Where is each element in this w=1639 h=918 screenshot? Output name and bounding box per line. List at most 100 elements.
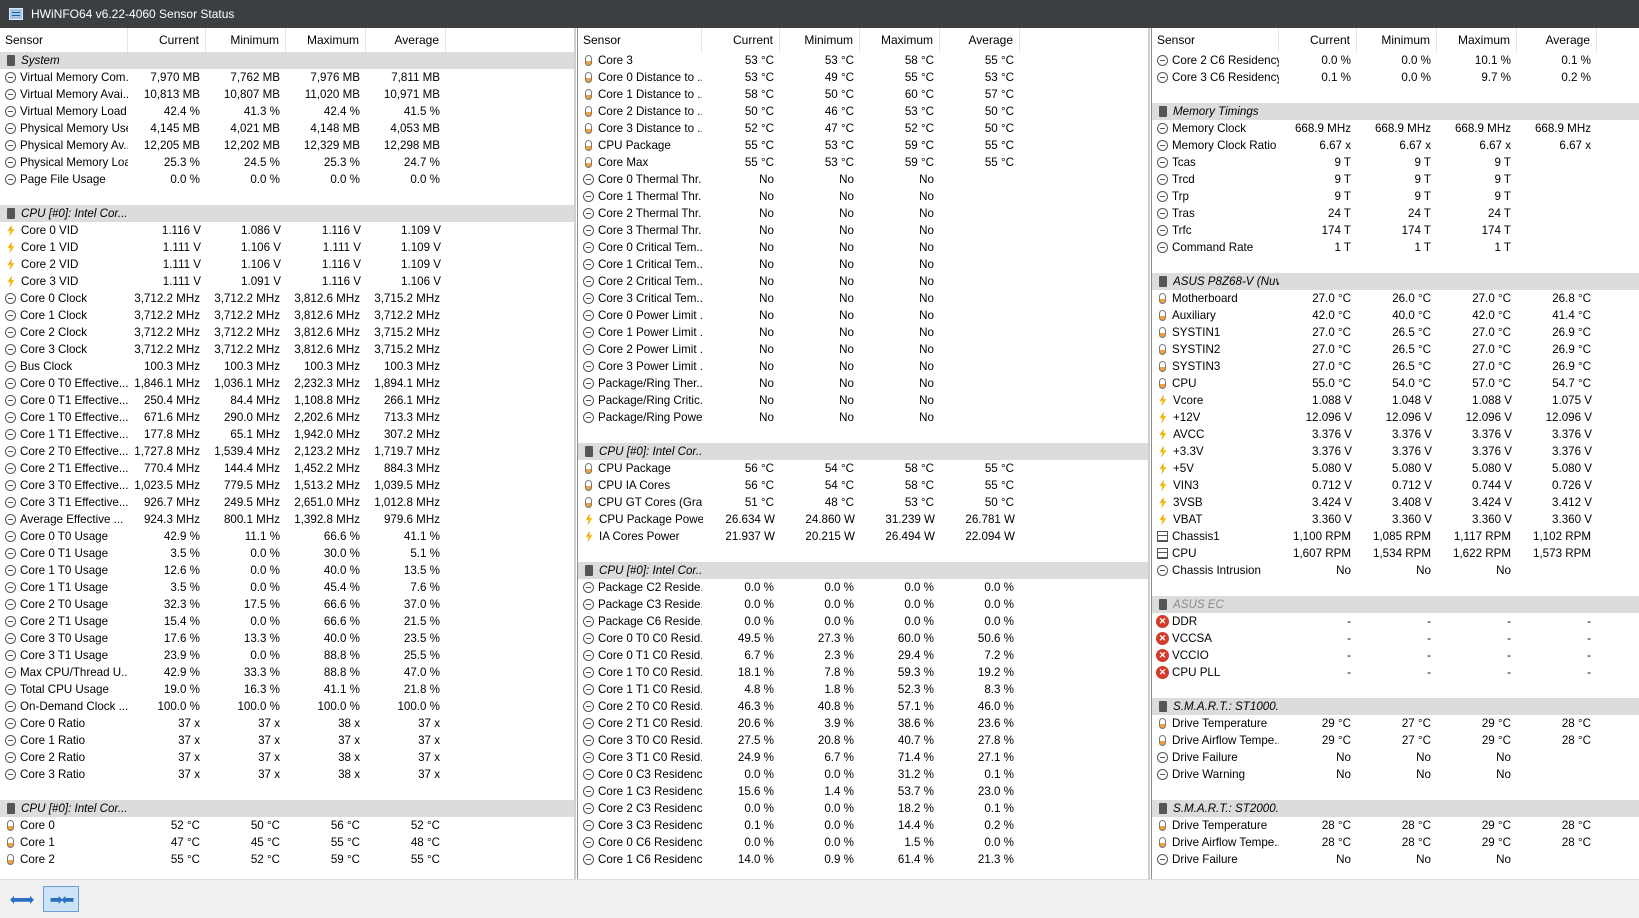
column-header-sensor[interactable]: Sensor xyxy=(0,28,128,52)
sensor-panel-1[interactable]: Sensor Current Minimum Maximum Average System… xyxy=(0,28,574,879)
sensor-row[interactable]: Package C2 Reside... 0.0 % 0.0 % 0.0 % 0.0 % xyxy=(578,579,1148,596)
sensor-row[interactable]: Core 2 Ratio 37 x 37 x 38 x 37 x xyxy=(0,749,574,766)
sensor-row[interactable]: Core 2 Clock 3,712.2 MHz 3,712.2 MHz 3,812.… xyxy=(0,324,574,341)
sensor-row[interactable]: Total CPU Usage 19.0 % 16.3 % 41.1 % 21.8 % xyxy=(0,681,574,698)
sensor-row[interactable]: Core 1 T0 C0 Resid... 18.1 % 7.8 % 59.3 % 19… xyxy=(578,664,1148,681)
sensor-row[interactable]: Core 3 T1 Effective... 926.7 MHz 249.5 MHz… xyxy=(0,494,574,511)
sensor-group-header[interactable]: CPU [#0]: Intel Cor... xyxy=(578,443,1148,460)
sensor-row[interactable]: Core 3 VID 1.111 V 1.091 V 1.116 V 1.106 V xyxy=(0,273,574,290)
sensor-row[interactable]: Max CPU/Thread U... 42.9 % 33.3 % 88.8 % 47.… xyxy=(0,664,574,681)
sensor-row[interactable]: Core 1 Power Limit ... No No No xyxy=(578,324,1148,341)
column-header-average[interactable]: Average xyxy=(366,28,446,52)
sensor-row[interactable]: Memory Clock 668.9 MHz 668.9 MHz 668.9 MHz 6… xyxy=(1152,120,1639,137)
sensor-row[interactable]: Chassis Intrusion No No No xyxy=(1152,562,1639,579)
sensor-group-header[interactable]: System xyxy=(0,52,574,69)
sensor-row[interactable]: Drive Failure No No No xyxy=(1152,749,1639,766)
sensor-row[interactable]: Core 3 T1 C0 Resid... 24.9 % 6.7 % 71.4 % 27… xyxy=(578,749,1148,766)
sensor-row[interactable]: Core 1 C3 Residency 15.6 % 1.4 % 53.7 % 23.0… xyxy=(578,783,1148,800)
sensor-row[interactable]: Vcore 1.088 V 1.048 V 1.088 V 1.075 V xyxy=(1152,392,1639,409)
sensor-row[interactable]: Bus Clock 100.3 MHz 100.3 MHz 100.3 MHz 100.… xyxy=(0,358,574,375)
sensor-row[interactable]: Core 1 T1 Effective... 177.8 MHz 65.1 MHz 1… xyxy=(0,426,574,443)
sensor-row[interactable]: Trfc 174 T 174 T 174 T xyxy=(1152,222,1639,239)
arrows-left-right-icon[interactable]: ⬅➡ xyxy=(3,886,39,912)
sensor-row[interactable]: Package C3 Reside... 0.0 % 0.0 % 0.0 % 0.0 % xyxy=(578,596,1148,613)
column-header-maximum[interactable]: Maximum xyxy=(286,28,366,52)
sensor-panel-2[interactable]: Sensor Current Minimum Maximum Average Core 3… xyxy=(577,28,1148,879)
sensor-row[interactable]: Core 0 VID 1.116 V 1.086 V 1.116 V 1.109 V xyxy=(0,222,574,239)
sensor-row[interactable]: Core 1 Critical Tem... No No No xyxy=(578,256,1148,273)
sensor-row[interactable]: Core 0 T0 Usage 42.9 % 11.1 % 66.6 % 41.1 % xyxy=(0,528,574,545)
sensor-row[interactable]: Core 0 Thermal Thr... No No No xyxy=(578,171,1148,188)
sensor-row[interactable]: CPU Package 56 °C 54 °C 58 °C 55 °C xyxy=(578,460,1148,477)
sensor-row[interactable]: Virtual Memory Load 42.4 % 41.3 % 42.4 % 41.… xyxy=(0,103,574,120)
sensor-group-header[interactable]: CPU [#0]: Intel Cor... xyxy=(578,562,1148,579)
sensor-row[interactable]: CPU 1,607 RPM 1,534 RPM 1,622 RPM 1,573 RPM xyxy=(1152,545,1639,562)
sensor-row[interactable]: Core 0 T0 C0 Resid... 49.5 % 27.3 % 60.0 % 5… xyxy=(578,630,1148,647)
sensor-row[interactable]: Drive Airflow Tempe... 28 °C 28 °C 29 °C 28 … xyxy=(1152,834,1639,851)
sensor-row[interactable]: CPU PLL - - - - xyxy=(1152,664,1639,681)
sensor-row[interactable]: Tcas 9 T 9 T 9 T xyxy=(1152,154,1639,171)
column-header-maximum[interactable]: Maximum xyxy=(1437,28,1517,52)
sensor-row[interactable]: CPU IA Cores 56 °C 54 °C 58 °C 55 °C xyxy=(578,477,1148,494)
sensor-group-header[interactable]: CPU [#0]: Intel Cor... xyxy=(0,800,574,817)
sensor-row[interactable]: CPU Package Power 26.634 W 24.860 W 31.239 … xyxy=(578,511,1148,528)
sensor-row[interactable]: Core Max 55 °C 53 °C 59 °C 55 °C xyxy=(578,154,1148,171)
sensor-row[interactable]: Drive Temperature 28 °C 28 °C 29 °C 28 °C xyxy=(1152,817,1639,834)
sensor-row[interactable]: VCCIO - - - - xyxy=(1152,647,1639,664)
sensor-row[interactable]: Auxiliary 42.0 °C 40.0 °C 42.0 °C 41.4 °C xyxy=(1152,307,1639,324)
sensor-row[interactable]: Core 2 55 °C 52 °C 59 °C 55 °C xyxy=(0,851,574,868)
sensor-row[interactable]: VCCSA - - - - xyxy=(1152,630,1639,647)
sensor-row[interactable]: Drive Airflow Tempe... 29 °C 27 °C 29 °C 28 … xyxy=(1152,732,1639,749)
sensor-row[interactable]: Page File Usage 0.0 % 0.0 % 0.0 % 0.0 % xyxy=(0,171,574,188)
sensor-group-header[interactable]: Memory Timings xyxy=(1152,103,1639,120)
sensor-group-header[interactable]: CPU [#0]: Intel Cor... xyxy=(0,205,574,222)
sensor-row[interactable]: Core 2 Thermal Thr... No No No xyxy=(578,205,1148,222)
sensor-row[interactable]: Core 2 T0 Usage 32.3 % 17.5 % 66.6 % 37.0 % xyxy=(0,596,574,613)
sensor-row[interactable]: VIN3 0.712 V 0.712 V 0.744 V 0.726 V xyxy=(1152,477,1639,494)
sensor-row[interactable]: +3.3V 3.376 V 3.376 V 3.376 V 3.376 V xyxy=(1152,443,1639,460)
sensor-row[interactable]: AVCC 3.376 V 3.376 V 3.376 V 3.376 V xyxy=(1152,426,1639,443)
sensor-row[interactable]: Core 1 T0 Effective... 671.6 MHz 290.0 MHz… xyxy=(0,409,574,426)
sensor-row[interactable]: Core 2 Power Limit ... No No No xyxy=(578,341,1148,358)
column-header-current[interactable]: Current xyxy=(702,28,780,52)
sensor-row[interactable]: Core 3 T0 Effective... 1,023.5 MHz 779.5 M… xyxy=(0,477,574,494)
sensor-row[interactable]: Core 0 Clock 3,712.2 MHz 3,712.2 MHz 3,812.… xyxy=(0,290,574,307)
sensor-row[interactable]: Core 1 Distance to ... 58 °C 50 °C 60 °C 57 … xyxy=(578,86,1148,103)
sensor-row[interactable]: Drive Failure No No No xyxy=(1152,851,1639,868)
sensor-row[interactable]: Core 2 VID 1.111 V 1.106 V 1.116 V 1.109 V xyxy=(0,256,574,273)
sensor-row[interactable]: Core 0 C3 Residency 0.0 % 0.0 % 31.2 % 0.1 % xyxy=(578,766,1148,783)
sensor-row[interactable]: Core 2 Critical Tem... No No No xyxy=(578,273,1148,290)
sensor-row[interactable]: Package/Ring Ther... No No No xyxy=(578,375,1148,392)
sensor-row[interactable]: Drive Warning No No No xyxy=(1152,766,1639,783)
sensor-row[interactable]: Package C6 Reside... 0.0 % 0.0 % 0.0 % 0.0 % xyxy=(578,613,1148,630)
sensor-row[interactable]: Core 0 Distance to ... 53 °C 49 °C 55 °C 53 … xyxy=(578,69,1148,86)
sensor-row[interactable]: CPU Package 55 °C 53 °C 59 °C 55 °C xyxy=(578,137,1148,154)
sensor-row[interactable]: Core 1 Ratio 37 x 37 x 37 x 37 x xyxy=(0,732,574,749)
sensor-row[interactable]: Package/Ring Critic... No No No xyxy=(578,392,1148,409)
sensor-row[interactable]: Command Rate 1 T 1 T 1 T xyxy=(1152,239,1639,256)
sensor-row[interactable]: Core 2 T1 Usage 15.4 % 0.0 % 66.6 % 21.5 % xyxy=(0,613,574,630)
sensor-row[interactable]: Core 0 52 °C 50 °C 56 °C 52 °C xyxy=(0,817,574,834)
sensor-row[interactable]: IA Cores Power 21.937 W 20.215 W 26.494 W 22… xyxy=(578,528,1148,545)
column-header-current[interactable]: Current xyxy=(128,28,206,52)
sensor-row[interactable]: Core 3 Power Limit ... No No No xyxy=(578,358,1148,375)
sensor-row[interactable]: Core 3 T1 Usage 23.9 % 0.0 % 88.8 % 25.5 % xyxy=(0,647,574,664)
sensor-row[interactable]: Motherboard 27.0 °C 26.0 °C 27.0 °C 26.8 °C xyxy=(1152,290,1639,307)
sensor-row[interactable]: On-Demand Clock ... 100.0 % 100.0 % 100.0 %… xyxy=(0,698,574,715)
sensor-row[interactable]: SYSTIN2 27.0 °C 26.5 °C 27.0 °C 26.9 °C xyxy=(1152,341,1639,358)
sensor-row[interactable]: Core 3 C3 Residency 0.1 % 0.0 % 14.4 % 0.2 % xyxy=(578,817,1148,834)
sensor-row[interactable]: Core 3 53 °C 53 °C 58 °C 55 °C xyxy=(578,52,1148,69)
sensor-row[interactable]: Core 3 Thermal Thr... No No No xyxy=(578,222,1148,239)
sensor-row[interactable]: Core 2 T0 C0 Resid... 46.3 % 40.8 % 57.1 % 4… xyxy=(578,698,1148,715)
sensor-row[interactable]: Core 0 T1 Effective... 250.4 MHz 84.4 MHz 1… xyxy=(0,392,574,409)
sensor-group-header[interactable]: S.M.A.R.T.: ST1000... xyxy=(1152,698,1639,715)
sensor-row[interactable]: Core 0 C6 Residency 0.0 % 0.0 % 1.5 % 0.0 % xyxy=(578,834,1148,851)
sensor-row[interactable]: Tras 24 T 24 T 24 T xyxy=(1152,205,1639,222)
sensor-group-header[interactable]: S.M.A.R.T.: ST2000... xyxy=(1152,800,1639,817)
sensor-row[interactable]: Drive Temperature 29 °C 27 °C 29 °C 28 °C xyxy=(1152,715,1639,732)
sensor-row[interactable]: 3VSB 3.424 V 3.408 V 3.424 V 3.412 V xyxy=(1152,494,1639,511)
sensor-row[interactable]: CPU GT Cores (Gra... 51 °C 48 °C 53 °C 50 °C xyxy=(578,494,1148,511)
sensor-row[interactable]: Virtual Memory Avai... 10,813 MB 10,807 MB… xyxy=(0,86,574,103)
sensor-row[interactable]: Core 1 Thermal Thr... No No No xyxy=(578,188,1148,205)
sensor-row[interactable]: Core 1 47 °C 45 °C 55 °C 48 °C xyxy=(0,834,574,851)
